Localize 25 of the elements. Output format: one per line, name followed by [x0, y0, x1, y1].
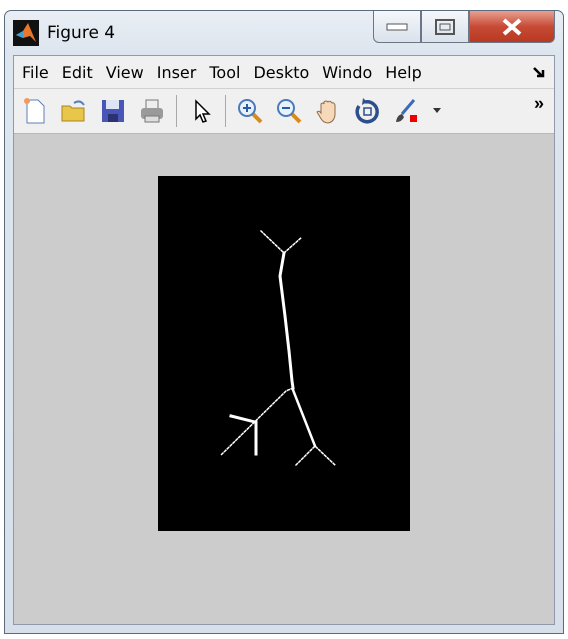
- menu-item[interactable]: Tool: [209, 62, 240, 82]
- minimize-button[interactable]: [373, 11, 421, 43]
- zoom-out-button[interactable]: [274, 96, 304, 126]
- maximize-button[interactable]: [421, 11, 469, 43]
- menu-item[interactable]: View: [106, 62, 144, 82]
- zoom-in-button[interactable]: [235, 96, 265, 126]
- zoom-in-icon: [236, 97, 264, 125]
- menu-item[interactable]: Deskto: [253, 62, 310, 82]
- maximize-icon: [435, 18, 455, 34]
- close-button[interactable]: [469, 11, 555, 43]
- menu-item[interactable]: Help: [385, 62, 422, 82]
- printer-icon: [138, 97, 166, 125]
- toolbar-overflow-button[interactable]: »: [530, 93, 548, 114]
- window-title: Figure 4: [47, 23, 116, 43]
- menu-item[interactable]: File: [22, 62, 49, 82]
- minimize-icon: [386, 22, 408, 30]
- zoom-out-icon: [275, 97, 303, 125]
- caret-icon: [432, 108, 442, 114]
- matlab-logo-icon: [13, 20, 39, 46]
- rotate-icon: [353, 97, 381, 125]
- menu-item[interactable]: Windo: [322, 62, 372, 82]
- dock-arrow-icon: [532, 65, 546, 79]
- menu-item[interactable]: Edit: [62, 62, 93, 82]
- menu-item[interactable]: Inser: [156, 62, 196, 82]
- close-icon: [501, 18, 523, 36]
